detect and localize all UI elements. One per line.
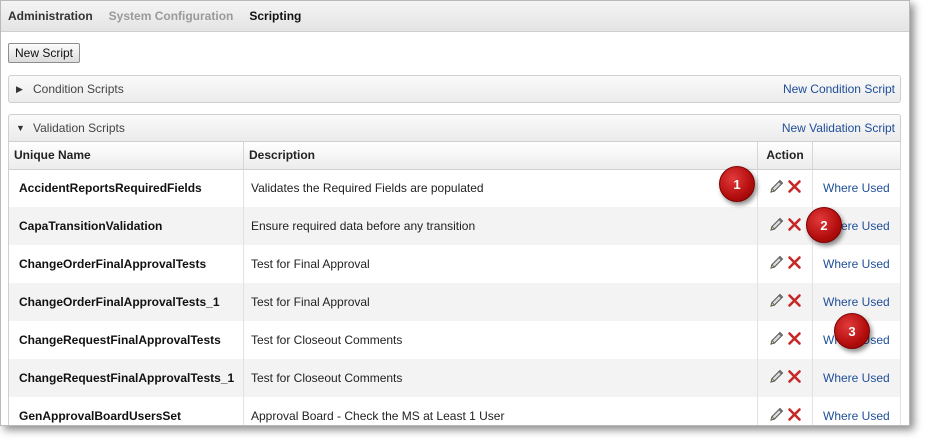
validation-scripts-title: Validation Scripts (33, 121, 125, 135)
condition-scripts-header[interactable]: ▶ Condition Scripts New Condition Script (8, 75, 901, 103)
table-row: CapaTransitionValidation Ensure required… (8, 207, 901, 245)
validation-scripts-header[interactable]: ▼ Validation Scripts New Validation Scri… (8, 114, 901, 142)
new-validation-script-link[interactable]: New Validation Script (782, 121, 895, 135)
script-unique-name: CapaTransitionValidation (8, 207, 244, 245)
script-unique-name: ChangeRequestFinalApprovalTests_1 (8, 359, 244, 397)
script-description: Validates the Required Fields are popula… (243, 169, 758, 207)
script-unique-name: ChangeOrderFinalApprovalTests (8, 245, 244, 283)
action-cell (757, 207, 813, 245)
where-used-link[interactable]: Where Used (812, 169, 901, 207)
where-used-link[interactable]: Where Used (812, 245, 901, 283)
callout-marker-3: 3 (834, 313, 870, 349)
delete-x-icon[interactable] (787, 217, 802, 232)
delete-x-icon[interactable] (787, 369, 802, 384)
header-where-used (812, 142, 901, 170)
script-description: Test for Closeout Comments (243, 321, 758, 359)
action-cell (757, 169, 813, 207)
top-nav: Administration System Configuration Scri… (1, 1, 909, 32)
pencil-icon[interactable] (768, 216, 785, 233)
where-used-link[interactable]: Where Used (812, 397, 901, 425)
action-cell (757, 359, 813, 397)
delete-x-icon[interactable] (787, 407, 802, 422)
pencil-icon[interactable] (768, 178, 785, 195)
nav-system-configuration[interactable]: System Configuration (109, 9, 234, 23)
table-row: AccidentReportsRequiredFields Validates … (8, 169, 901, 207)
action-cell (757, 397, 813, 425)
delete-x-icon[interactable] (787, 255, 802, 270)
pencil-icon[interactable] (768, 292, 785, 309)
delete-x-icon[interactable] (787, 179, 802, 194)
validation-scripts-table: Unique Name Description Action AccidentR… (8, 142, 901, 425)
condition-scripts-title: Condition Scripts (33, 82, 124, 96)
script-unique-name: ChangeRequestFinalApprovalTests (8, 321, 244, 359)
table-header-row: Unique Name Description Action (8, 142, 901, 170)
nav-scripting[interactable]: Scripting (249, 9, 301, 23)
scripting-window: Administration System Configuration Scri… (0, 0, 910, 426)
table-row: GenApprovalBoardUsersSet Approval Board … (8, 397, 901, 425)
script-description: Test for Closeout Comments (243, 359, 758, 397)
header-description[interactable]: Description (243, 142, 758, 170)
pencil-icon[interactable] (768, 368, 785, 385)
new-condition-script-link[interactable]: New Condition Script (783, 82, 895, 96)
table-row: ChangeOrderFinalApprovalTests_1 Test for… (8, 283, 901, 321)
table-row: ChangeRequestFinalApprovalTests Test for… (8, 321, 901, 359)
collapse-triangle-icon[interactable]: ▼ (16, 123, 26, 133)
action-cell (757, 283, 813, 321)
expand-triangle-icon[interactable]: ▶ (16, 84, 26, 95)
script-description: Test for Final Approval (243, 283, 758, 321)
header-unique-name[interactable]: Unique Name (8, 142, 244, 170)
script-description: Ensure required data before any transiti… (243, 207, 758, 245)
script-description: Test for Final Approval (243, 245, 758, 283)
script-unique-name: ChangeOrderFinalApprovalTests_1 (8, 283, 244, 321)
header-action: Action (757, 142, 813, 170)
pencil-icon[interactable] (768, 406, 785, 423)
where-used-link[interactable]: Where Used (812, 359, 901, 397)
callout-marker-2: 2 (806, 207, 842, 243)
delete-x-icon[interactable] (787, 293, 802, 308)
script-unique-name: AccidentReportsRequiredFields (8, 169, 244, 207)
action-cell (757, 245, 813, 283)
script-unique-name: GenApprovalBoardUsersSet (8, 397, 244, 425)
new-script-button[interactable]: New Script (8, 43, 81, 63)
table-row: ChangeOrderFinalApprovalTests Test for F… (8, 245, 901, 283)
delete-x-icon[interactable] (787, 331, 802, 346)
pencil-icon[interactable] (768, 330, 785, 347)
table-row: ChangeRequestFinalApprovalTests_1 Test f… (8, 359, 901, 397)
script-description: Approval Board - Check the MS at Least 1… (243, 397, 758, 425)
pencil-icon[interactable] (768, 254, 785, 271)
nav-administration[interactable]: Administration (8, 9, 93, 23)
callout-marker-1: 1 (719, 166, 755, 202)
action-cell (757, 321, 813, 359)
